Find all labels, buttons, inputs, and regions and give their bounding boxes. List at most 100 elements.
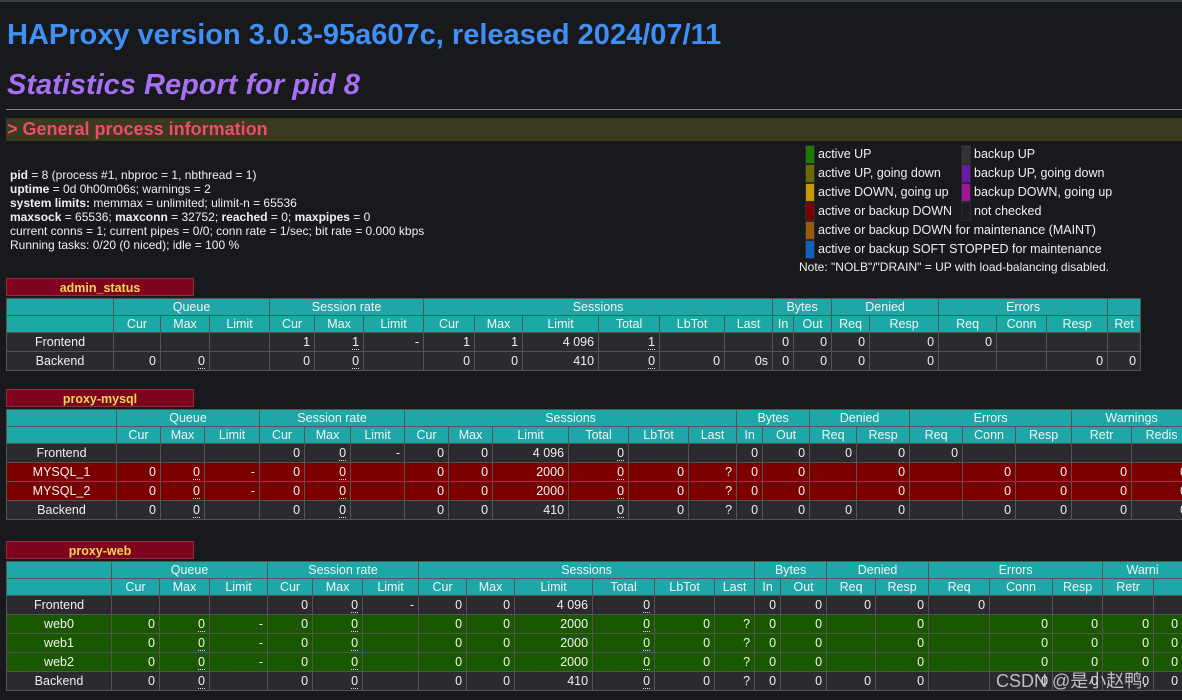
row-name[interactable]: Frontend — [6, 332, 114, 352]
column-group-header: Sessions — [404, 409, 738, 427]
stats-cell: 0 — [304, 462, 352, 482]
stats-row-frontend[interactable]: Frontend 0 0 - 0 0 4 096 0 0 0 0 0 0 — [6, 443, 1182, 463]
cell-value: 0 — [1171, 636, 1179, 650]
cell-value: 0 — [339, 503, 347, 518]
proxy-name-tab[interactable]: admin_status — [6, 278, 194, 296]
process-info: pid = 8 (process #1, nbproc = 1, nbthrea… — [10, 168, 424, 252]
row-name[interactable]: web1 — [6, 633, 112, 653]
stats-cell: 0 — [466, 671, 516, 691]
row-name[interactable]: web2 — [6, 652, 112, 672]
row-name[interactable]: MYSQL_1 — [6, 462, 117, 482]
stats-cell: 0 — [312, 671, 364, 691]
stats-row-mysql-1[interactable]: MYSQL_100-0000200000?0000000 — [6, 462, 1182, 482]
cell-value: 0 — [149, 465, 156, 479]
cell-value: 0 — [301, 655, 309, 669]
stats-row-frontend[interactable]: Frontend 1 1 - 1 1 4 096 1 0 0 0 0 0 — [6, 332, 1142, 352]
cell-value: - — [250, 465, 256, 479]
stats-cell: 0 — [592, 671, 656, 691]
cell-value: 0 — [149, 503, 156, 517]
stats-cell — [688, 443, 738, 463]
stats-cell: 0 — [1153, 633, 1182, 653]
cell-value: 0 — [339, 446, 347, 461]
cell-value: 0 — [455, 674, 463, 688]
row-name[interactable]: web0 — [6, 614, 112, 634]
cell-value: 0 — [503, 636, 511, 650]
cell-value: 0 — [815, 674, 823, 688]
stats-cell: 0 — [875, 614, 930, 634]
column-group-header: Queue — [115, 409, 261, 427]
version-title: HAProxy version 3.0.3-95a607c, released … — [7, 19, 722, 51]
cell-value: 0 — [198, 636, 205, 651]
stats-cell: 0 — [259, 462, 306, 482]
column-group-header: Queue — [112, 298, 271, 316]
stats-cell: 0 — [628, 500, 690, 520]
stats-cell: 0 — [598, 351, 661, 371]
stats-cell: 0 — [466, 614, 516, 634]
column-header: Out — [780, 578, 828, 596]
column-header: Total — [592, 578, 656, 596]
stats-cell: ? — [714, 652, 756, 672]
cell-value: 0 — [511, 354, 519, 368]
stats-cell: 0 — [592, 633, 656, 653]
column-header: Conn — [996, 315, 1048, 333]
legend-label: not checked — [974, 204, 1042, 218]
stats-cell — [714, 595, 756, 615]
column-header: Redis — [1131, 426, 1182, 444]
stats-cell — [203, 500, 261, 520]
stats-cell: 0 — [423, 351, 476, 371]
stats-cell: 0 — [448, 462, 494, 482]
stats-cell: 4 096 — [492, 443, 570, 463]
stats-row-backend[interactable]: Backend00000041000?00000000 — [6, 500, 1182, 520]
row-name[interactable]: MYSQL_2 — [6, 481, 117, 501]
row-name[interactable]: Frontend — [6, 443, 117, 463]
cell-value: 0 — [503, 617, 511, 631]
stats-row-backend[interactable]: Backend 0 0 0 0 0 0 410 0 0 0s 0 0 0 0 0 0 — [6, 351, 1142, 371]
column-header: Total — [568, 426, 630, 444]
row-name[interactable]: Backend — [6, 671, 112, 691]
stats-cell: - — [362, 595, 420, 615]
stats-cell — [113, 332, 161, 352]
cell-value: 0 — [617, 465, 625, 480]
row-name[interactable]: Frontend — [6, 595, 112, 615]
stats-cell — [362, 652, 420, 672]
column-header: Resp — [869, 315, 940, 333]
column-header: Req — [826, 578, 877, 596]
stats-cell: 0 — [762, 481, 811, 501]
stats-cell: 0 — [628, 462, 690, 482]
stats-cell: 0 — [736, 481, 764, 501]
sub-header-row: Cur Max Limit Cur Max Limit Cur Max Limit Total Lb… — [6, 578, 1182, 596]
cell-value: 0 — [1096, 354, 1104, 368]
proxy-name-tab[interactable]: proxy-mysql — [6, 389, 194, 407]
column-header: Total — [598, 315, 661, 333]
stats-cell — [1015, 443, 1073, 463]
cell-value: 0 — [339, 484, 347, 499]
cell-value: 0 — [1129, 354, 1137, 368]
stats-cell: 0 — [1131, 500, 1182, 520]
cell-value: 0 — [1120, 465, 1128, 479]
cell-value: 0 — [917, 655, 925, 669]
stats-cell: - — [203, 462, 261, 482]
stats-row-web1[interactable]: web1 0 0 - 0 0 0 0 2000 0 0? 0 0 0 0 0 0 0 — [6, 633, 1182, 653]
stats-cell: 0 — [267, 633, 314, 653]
row-name[interactable]: Backend — [6, 351, 114, 371]
info-key: maxsock — [10, 210, 62, 224]
proxy-name-tab[interactable]: proxy-web — [6, 541, 194, 559]
column-header: Resp — [856, 426, 911, 444]
cell-value: 0 — [798, 465, 806, 479]
stats-cell: 0 — [875, 671, 930, 691]
stats-cell: 0 — [628, 481, 690, 501]
cell-value: 0 — [148, 636, 155, 650]
column-header: LbTot — [659, 315, 726, 333]
stats-cell — [1071, 443, 1133, 463]
row-name[interactable]: Backend — [6, 500, 117, 520]
column-header: LbTot — [628, 426, 690, 444]
stats-row-mysql-2[interactable]: MYSQL_200-0000200000?0000000 — [6, 481, 1182, 501]
stats-row-web0[interactable]: web0 0 0 - 0 0 0 0 2000 0 0? 0 0 0 0 0 0 0 — [6, 614, 1182, 634]
info-value: Running tasks: 0/20 (0 niced); idle = 10… — [10, 238, 240, 252]
stats-cell: 0 — [116, 462, 161, 482]
stats-cell — [160, 443, 205, 463]
stats-cell: 0 — [754, 614, 782, 634]
stats-cell: 0 — [736, 500, 764, 520]
legend-swatch — [805, 164, 815, 183]
stats-row-frontend[interactable]: Frontend 0 0 - 0 0 4 096 0 0 0 0 0 0 — [6, 595, 1182, 615]
